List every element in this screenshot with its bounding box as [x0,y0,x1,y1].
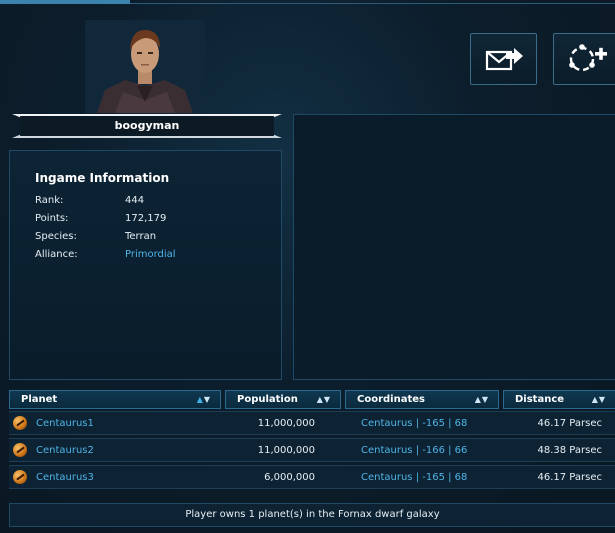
sort-arrows-icon[interactable]: ▲▼ [475,391,489,408]
rank-label: Rank: [35,195,64,206]
species-value: Terran [125,231,157,242]
planet-link[interactable]: Centaurus1 [36,418,94,429]
add-buddy-icon [569,44,607,72]
points-label: Points: [35,213,69,224]
alliance-label: Alliance: [35,249,78,260]
column-header-population[interactable]: Population ▲▼ [225,390,341,409]
column-header-planet[interactable]: Planet ▲▼ [9,390,221,409]
sort-arrows-icon[interactable]: ▲▼ [197,391,211,408]
population-header-label: Population [237,394,298,405]
coordinates-link[interactable]: Centaurus | -165 | 68 [361,472,467,483]
send-message-icon [485,48,523,71]
planet-link[interactable]: Centaurus3 [36,472,94,483]
active-tab-indicator[interactable] [0,0,130,4]
sort-arrows-icon[interactable]: ▲▼ [592,391,606,408]
column-header-distance[interactable]: Distance ▲▼ [503,390,615,409]
population-value: 11,000,000 [257,445,315,456]
population-value: 11,000,000 [257,418,315,429]
population-value: 6,000,000 [264,472,315,483]
table-row: Centaurus1 11,000,000 Centaurus | -165 |… [9,411,615,435]
info-title: Ingame Information [35,171,170,185]
coordinates-link[interactable]: Centaurus | -165 | 68 [361,418,467,429]
planet-summary: Player owns 1 planet(s) in the Fornax dw… [9,503,615,527]
coordinates-header-label: Coordinates [357,394,425,405]
add-buddy-button[interactable] [553,33,615,85]
details-panel [293,114,615,380]
coordinates-link[interactable]: Centaurus | -166 | 66 [361,445,467,456]
distance-header-label: Distance [515,394,565,405]
distance-value: 48.38 Parsec [537,445,603,456]
alliance-link[interactable]: Primordial [125,249,176,260]
species-label: Species: [35,231,77,242]
distance-value: 46.17 Parsec [537,418,603,429]
rank-value: 444 [125,195,145,206]
player-avatar [85,20,205,113]
send-message-button[interactable] [470,33,537,85]
ingame-information-panel: Ingame Information Rank: 444 Points: 172… [9,150,282,380]
sort-arrows-icon[interactable]: ▲▼ [317,391,331,408]
distance-value: 46.17 Parsec [537,472,603,483]
commander-portrait-icon [85,20,205,113]
table-row: Centaurus3 6,000,000 Centaurus | -165 | … [9,465,615,489]
planet-icon [13,470,27,484]
column-header-coordinates[interactable]: Coordinates ▲▼ [345,390,499,409]
player-name: boogyman [114,119,180,132]
planet-icon [13,416,27,430]
planet-link[interactable]: Centaurus2 [36,445,94,456]
planet-header-label: Planet [21,394,58,405]
table-row: Centaurus2 11,000,000 Centaurus | -166 |… [9,438,615,462]
planet-icon [13,443,27,457]
points-value: 172,179 [125,213,167,224]
